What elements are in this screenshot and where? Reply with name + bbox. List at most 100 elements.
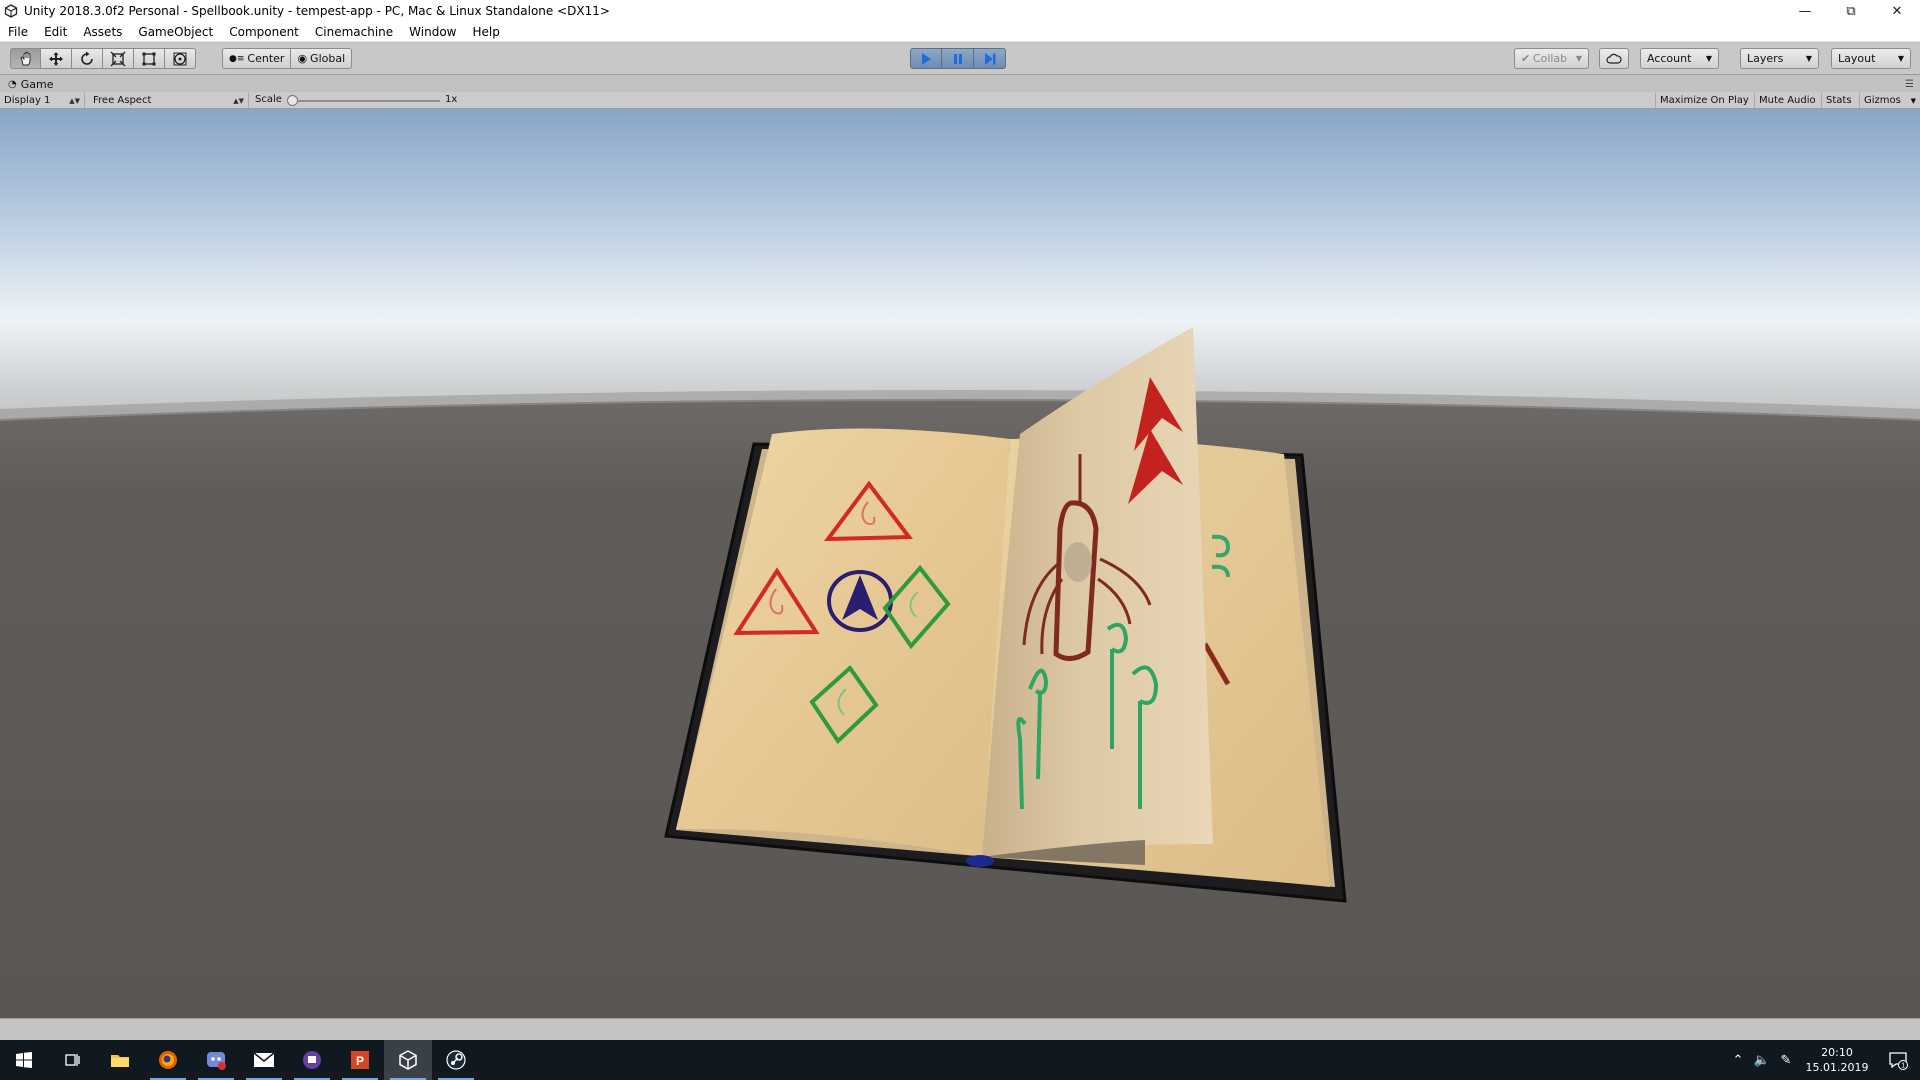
scale-value: 1x [445,94,458,105]
chevron-down-icon: ▼ [1805,54,1812,63]
space-global-button[interactable]: ◉ Global [290,48,353,69]
gizmos-dropdown[interactable]: Gizmos ▼ [1859,93,1920,108]
clock-time: 20:10 [1821,1046,1853,1059]
pause-button[interactable] [942,48,974,69]
volume-icon[interactable]: 🔈 [1750,1053,1774,1068]
chevron-down-icon: ▼ [1910,96,1916,105]
hand-icon [19,50,30,65]
scale-tool-button[interactable] [103,48,134,69]
collab-dropdown[interactable]: ✔ Collab ▼ [1514,48,1589,69]
scene-render [0,109,1920,1018]
menu-gameobject[interactable]: GameObject [130,25,221,39]
check-icon: ✔ [1521,52,1531,65]
steam-button[interactable] [432,1040,480,1080]
game-tab-label: Game [20,77,54,91]
gizmos-label: Gizmos [1864,95,1901,106]
rect-icon [142,52,156,65]
menu-assets[interactable]: Assets [75,25,130,39]
game-view[interactable] [0,109,1920,1018]
hand-tool-button[interactable] [10,48,41,69]
maximize-on-play-toggle[interactable]: Maximize On Play [1655,93,1753,108]
discord-button[interactable] [192,1040,240,1080]
menu-help[interactable]: Help [465,25,508,39]
menu-component[interactable]: Component [221,25,307,39]
game-control-bar: Display 1 ▲▼ Free Aspect ▲▼ Scale 1x Max… [0,92,1920,109]
twitch-icon [303,1051,321,1069]
transform-tools [10,48,196,69]
mail-button[interactable] [240,1040,288,1080]
layout-dropdown[interactable]: Layout ▼ [1831,48,1911,69]
discord-icon [207,1052,226,1070]
firefox-button[interactable] [144,1040,192,1080]
scale-icon [110,51,126,66]
folder-icon [111,1055,129,1067]
chevron-down-icon: ▼ [1575,54,1582,63]
file-explorer-button[interactable] [96,1040,144,1080]
updown-icon: ▲▼ [233,96,244,105]
play-icon [922,52,931,65]
playback-controls [910,48,1006,69]
close-button[interactable]: ✕ [1874,0,1920,22]
chevron-up-icon[interactable]: ⌃ [1726,1053,1750,1068]
rect-tool-button[interactable] [134,48,165,69]
pivot-icon: ●≡ [229,53,245,64]
updown-icon: ▲▼ [69,96,80,105]
skybox [0,109,1920,409]
main-toolbar: ●≡ Center ◉ Global ✔ Collab ▼ Account ▼ … [0,43,1920,75]
powerpoint-button[interactable]: P [336,1040,384,1080]
menu-edit[interactable]: Edit [36,25,75,39]
menu-bar: File Edit Assets GameObject Component Ci… [0,22,1920,42]
step-button[interactable] [974,48,1006,69]
layers-dropdown[interactable]: Layers ▼ [1740,48,1819,69]
svg-text:1: 1 [1901,1063,1905,1070]
game-tab[interactable]: ◔ Game [8,78,53,91]
menu-cinemachine[interactable]: Cinemachine [307,25,401,39]
rotate-tool-button[interactable] [72,48,103,69]
mute-label: Mute Audio [1759,95,1816,106]
panel-menu-icon[interactable]: ☰ [1905,79,1914,90]
space-label: Global [310,52,346,65]
windows-logo-icon [16,1052,32,1068]
task-view-icon [65,1054,80,1066]
powerpoint-icon: P [351,1051,369,1069]
clock[interactable]: 20:10 15.01.2019 [1798,1045,1876,1075]
move-tool-button[interactable] [41,48,72,69]
aspect-dropdown[interactable]: Free Aspect ▲▼ [89,93,249,108]
scale-label: Scale [255,94,282,105]
play-button[interactable] [910,48,942,69]
layers-label: Layers [1747,52,1784,65]
stats-toggle[interactable]: Stats [1821,93,1856,108]
menu-file[interactable]: File [0,25,36,39]
pause-icon [953,53,962,64]
notification-center-button[interactable]: 1 [1876,1050,1920,1070]
pivot-label: Center [247,52,285,65]
rotate-icon [81,51,93,65]
menu-window[interactable]: Window [401,25,464,39]
account-dropdown[interactable]: Account ▼ [1640,48,1719,69]
start-button[interactable] [0,1040,48,1080]
layout-label: Layout [1838,52,1876,65]
unity-taskbar-button[interactable] [384,1040,432,1080]
svg-text:P: P [356,1054,364,1068]
pen-icon[interactable]: ✎ [1774,1053,1798,1068]
cloud-icon [1606,53,1622,64]
task-view-button[interactable] [48,1040,96,1080]
unity-logo-icon [4,4,18,18]
steam-icon [446,1050,466,1070]
account-label: Account [1647,52,1692,65]
pacman-icon: ◔ [8,78,17,90]
transform-tool-button[interactable] [165,48,196,69]
pivot-toggles: ●≡ Center ◉ Global [222,48,353,69]
scale-slider-track[interactable] [290,100,440,102]
collab-label: Collab [1532,52,1568,65]
transform-icon [173,52,187,65]
pivot-center-button[interactable]: ●≡ Center [222,48,291,69]
restore-button[interactable]: ⧉ [1828,0,1874,22]
minimize-button[interactable]: — [1782,0,1828,22]
mute-audio-toggle[interactable]: Mute Audio [1754,93,1820,108]
cloud-button[interactable] [1599,48,1629,69]
display-dropdown[interactable]: Display 1 ▲▼ [0,93,85,108]
twitch-button[interactable] [288,1040,336,1080]
status-bar [0,1018,1920,1040]
scale-slider-handle[interactable] [287,95,298,106]
